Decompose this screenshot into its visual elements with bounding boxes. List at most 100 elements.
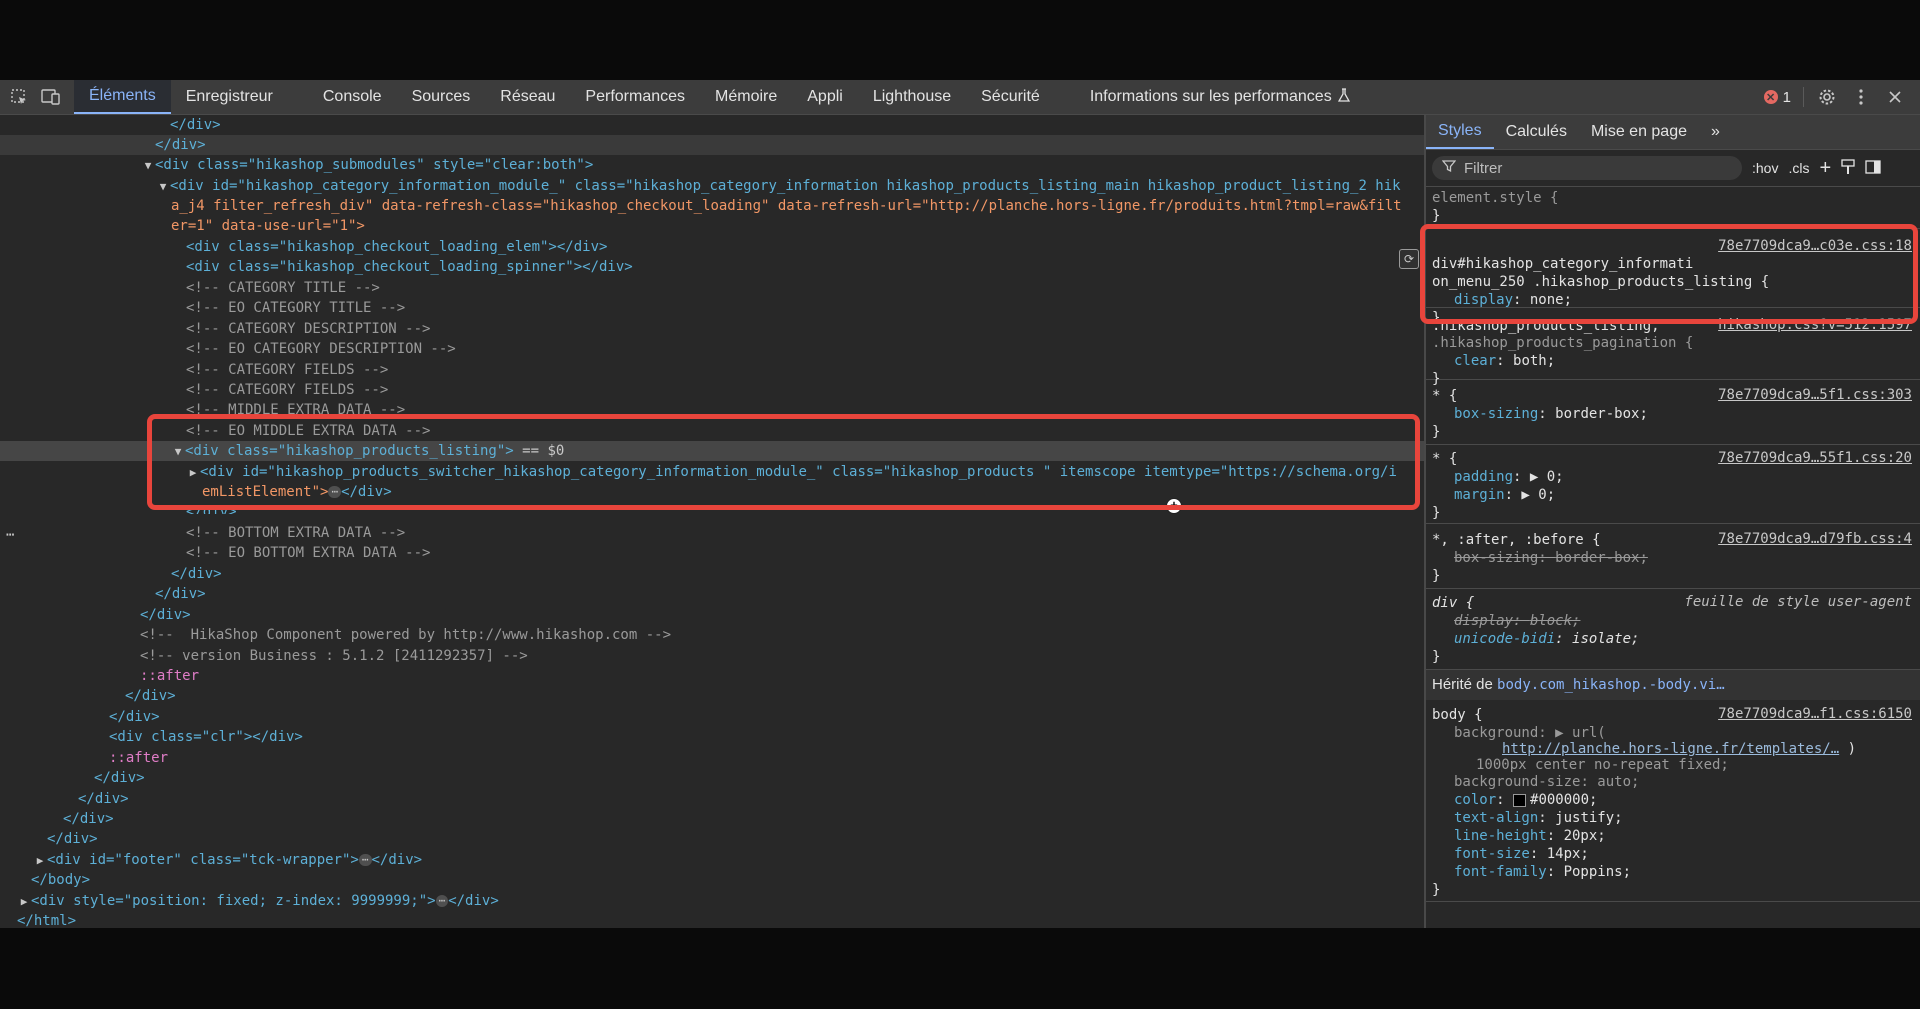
tab-security[interactable]: Sécurité xyxy=(966,80,1075,114)
dom-line[interactable]: <!-- MIDDLE EXTRA DATA --> xyxy=(0,400,1424,414)
gear-icon[interactable] xyxy=(1816,86,1838,108)
more-tabs-icon[interactable]: » xyxy=(1699,115,1732,149)
paint-brush-icon[interactable] xyxy=(1841,158,1855,178)
dom-line[interactable]: <!-- EO BOTTOM EXTRA DATA --> xyxy=(0,543,1424,563)
filter-input[interactable] xyxy=(1462,158,1706,178)
dom-line[interactable]: </div> xyxy=(0,605,1424,625)
dom-line[interactable]: <!-- BOTTOM EXTRA DATA --> xyxy=(0,523,1424,543)
expand-triangle-icon[interactable]: ▼ xyxy=(156,177,170,197)
dom-line[interactable]: ▶ <div id="hikashop_products_switcher_hik… xyxy=(0,462,1424,482)
toolbar-right: ✕ 1 xyxy=(1763,86,1920,108)
flask-icon xyxy=(1337,87,1350,107)
dom-line[interactable]: <!-- CATEGORY TITLE --> xyxy=(0,278,1424,298)
styles-pane: Styles Calculés Mise en page » :hov .cls… xyxy=(1426,115,1920,928)
dom-line[interactable]: <!-- CATEGORY FIELDS --> xyxy=(0,360,1424,380)
collapsed-triangle-icon[interactable]: ▶ xyxy=(17,892,31,912)
dom-line[interactable]: </div> xyxy=(0,135,1424,155)
dom-line[interactable]: <!-- version Business : 5.1.2 [241129235… xyxy=(0,646,1424,666)
tab-computed[interactable]: Calculés xyxy=(1494,115,1579,149)
filter-box xyxy=(1432,156,1742,180)
tab-recorder[interactable]: Enregistreur xyxy=(171,80,308,114)
error-counter[interactable]: ✕ 1 xyxy=(1763,89,1791,106)
dom-line[interactable]: </div> xyxy=(0,707,1424,727)
ellipsis-badge[interactable]: ⋯ xyxy=(358,854,372,866)
inherited-header: Hérité de body.com_hikashop.-body.vi… xyxy=(1426,670,1920,700)
dom-line[interactable]: </div> xyxy=(0,809,1424,829)
tab-styles[interactable]: Styles xyxy=(1426,115,1494,149)
tab-performance[interactable]: Performances xyxy=(570,80,700,114)
style-rule-body: 78e7709dca9…f1.css:6150 body { backgroun… xyxy=(1426,701,1920,902)
tab-elements[interactable]: Éléments xyxy=(74,80,171,114)
dom-line[interactable]: ▶ <div style="position: fixed; z-index: 9… xyxy=(0,891,1424,911)
tab-performance-insights[interactable]: Informations sur les performances xyxy=(1075,80,1365,114)
hov-toggle[interactable]: :hov xyxy=(1752,160,1778,176)
rule-source-link[interactable]: hikashop.css?v=512:1597 xyxy=(1718,317,1912,333)
background-url-link[interactable]: http://planche.hors-ligne.fr/templates/… xyxy=(1502,741,1839,757)
tab-memory[interactable]: Mémoire xyxy=(700,80,792,114)
inspect-element-icon[interactable] xyxy=(8,86,30,108)
dom-line[interactable]: <!-- CATEGORY DESCRIPTION --> xyxy=(0,319,1424,339)
close-icon[interactable] xyxy=(1884,86,1906,108)
dom-line-selected[interactable]: ▼ <div class="hikashop_products_listing">… xyxy=(0,441,1424,461)
styles-tabs: Styles Calculés Mise en page » xyxy=(1426,115,1920,150)
style-rule-user-agent: feuille de style user-agent div { displa… xyxy=(1426,589,1920,670)
dom-line[interactable]: ::after xyxy=(0,748,1424,768)
ellipsis-badge[interactable]: ⋯ xyxy=(435,895,449,907)
dom-line[interactable]: </div> xyxy=(0,686,1424,706)
dom-line[interactable]: a_j4 filter_refresh_div" data-refresh-cl… xyxy=(0,196,1424,216)
rule-source-link[interactable]: 78e7709dca9…5f1.css:303 xyxy=(1718,387,1912,403)
dom-line[interactable]: emListElement"> ⋯ </div> xyxy=(0,482,1424,502)
dom-line[interactable]: </div> xyxy=(0,564,1424,584)
dom-line[interactable]: ▶ <div id="footer" class="tck-wrapper"> ⋯ <… xyxy=(0,850,1424,870)
kebab-menu-icon[interactable] xyxy=(1850,86,1872,108)
toggle-sidebar-icon[interactable] xyxy=(1865,159,1881,177)
expand-triangle-icon[interactable]: ▼ xyxy=(141,156,155,176)
dom-line[interactable]: ▼ <div class="hikashop_submodules" style=… xyxy=(0,155,1424,175)
style-rule-padding-margin: 78e7709dca9…55f1.css:20 * { padding: ▶ 0… xyxy=(1426,445,1920,524)
dom-line[interactable]: </div> xyxy=(0,829,1424,849)
dom-line[interactable]: <!-- HikaShop Component powered by http:… xyxy=(0,625,1424,645)
selected-node-dots-icon[interactable]: ⋯ xyxy=(6,527,14,543)
refresh-icon[interactable]: ⟳ xyxy=(1399,249,1419,269)
rule-source-link[interactable]: 78e7709dca9…55f1.css:20 xyxy=(1718,450,1912,466)
dom-line[interactable]: <div class="hikashop_checkout_loading_el… xyxy=(0,237,1424,257)
rule-source-link[interactable]: 78e7709dca9…f1.css:6150 xyxy=(1718,706,1912,722)
dom-line[interactable]: </body> xyxy=(0,870,1424,890)
tab-application[interactable]: Appli xyxy=(792,80,858,114)
device-toolbar-icon[interactable] xyxy=(40,86,62,108)
tab-sources[interactable]: Sources xyxy=(397,80,486,114)
dom-line[interactable]: <!-- EO CATEGORY DESCRIPTION --> xyxy=(0,339,1424,359)
dom-line[interactable]: <div class="clr"></div> xyxy=(0,727,1424,747)
dom-line[interactable]: </div> xyxy=(0,115,1424,135)
dom-line[interactable]: ▼ <div id="hikashop_category_information_… xyxy=(0,176,1424,196)
dom-line[interactable]: </div> xyxy=(0,789,1424,809)
new-rule-icon[interactable]: + xyxy=(1819,157,1831,180)
expand-triangle-icon[interactable]: ▼ xyxy=(171,442,185,462)
collapsed-triangle-icon[interactable]: ▶ xyxy=(33,851,47,871)
rule-source-link[interactable]: 78e7709dca9…c03e.css:18 xyxy=(1718,238,1912,254)
dom-line[interactable]: </div> xyxy=(0,584,1424,604)
tab-console[interactable]: Console xyxy=(308,80,397,114)
tab-network[interactable]: Réseau xyxy=(485,80,570,114)
style-rule-pseudo: 78e7709dca9…d79fb.css:4 *, :after, :befo… xyxy=(1426,524,1920,589)
rule-source-link[interactable]: 78e7709dca9…d79fb.css:4 xyxy=(1718,531,1912,547)
color-swatch[interactable] xyxy=(1513,793,1527,807)
tab-layout[interactable]: Mise en page xyxy=(1579,115,1699,149)
dom-line[interactable]: <!-- EO CATEGORY TITLE --> xyxy=(0,298,1424,318)
dom-line[interactable]: </div> xyxy=(0,768,1424,788)
dom-line[interactable]: <!-- CATEGORY FIELDS --> xyxy=(0,380,1424,400)
dom-line[interactable]: <!-- EO MIDDLE EXTRA DATA --> xyxy=(0,421,1424,441)
dom-line[interactable]: er=1" data-use-url="1"> xyxy=(0,216,1424,236)
style-rule-clear: hikashop.css?v=512:1597 .hikashop_produc… xyxy=(1426,314,1920,387)
ellipsis-badge[interactable]: ⋯ xyxy=(328,486,342,498)
devtools-window: Éléments Enregistreur Console Sources Ré… xyxy=(0,80,1920,928)
inherited-link[interactable]: body.com_hikashop.-body.vi… xyxy=(1497,677,1725,693)
collapsed-triangle-icon[interactable]: ▶ xyxy=(186,463,200,483)
divider xyxy=(1803,87,1804,107)
dom-line[interactable]: ::after xyxy=(0,666,1424,686)
dom-line[interactable]: </div> xyxy=(0,502,1424,514)
tab-lighthouse[interactable]: Lighthouse xyxy=(858,80,966,114)
cls-toggle[interactable]: .cls xyxy=(1788,160,1809,176)
dom-line[interactable]: <div class="hikashop_checkout_loading_sp… xyxy=(0,257,1424,277)
dom-line[interactable]: </html> xyxy=(0,911,1424,928)
